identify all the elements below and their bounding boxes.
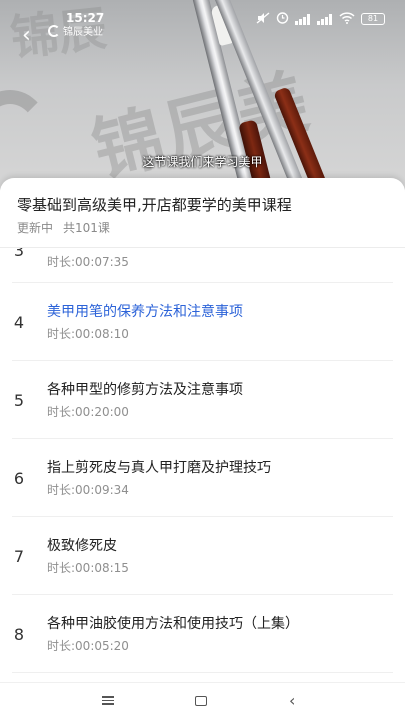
lesson-title: 极致修死皮: [47, 538, 117, 554]
lesson-duration: 时长:00:20:00: [47, 405, 129, 419]
lesson-duration: 时长:00:09:34: [47, 483, 129, 497]
lesson-duration: 时长:00:05:20: [47, 639, 129, 653]
lesson-duration: 时长:00:07:35: [47, 255, 129, 269]
lesson-duration: 时长:00:08:10: [47, 327, 129, 341]
hd-signal-icon: [295, 13, 311, 25]
list-item[interactable]: 3 时长:00:07:35: [0, 248, 405, 283]
list-item[interactable]: 6 指上剪死皮与真人甲打磨及护理技巧 时长:00:09:34: [0, 439, 405, 517]
lesson-number: 6: [13, 469, 25, 488]
lesson-number: 7: [13, 547, 25, 566]
lesson-number: 3: [13, 248, 25, 260]
lesson-duration: 时长:00:08:15: [47, 561, 129, 575]
menu-icon[interactable]: [102, 694, 118, 710]
lesson-number: 4: [13, 313, 25, 332]
course-title: 零基础到高级美甲,开店都要学的美甲课程: [17, 196, 292, 214]
status-bar: 15:27 81: [0, 0, 405, 34]
alarm-icon: [276, 11, 289, 27]
list-item[interactable]: 4 美甲用笔的保养方法和注意事项 时长:00:08:10: [0, 283, 405, 361]
video-subtitle: 这节课我们来学习美甲: [142, 155, 263, 169]
home-icon[interactable]: [195, 694, 211, 710]
status-time: 15:27: [66, 11, 105, 25]
mute-icon: [256, 11, 270, 27]
back-icon[interactable]: ‹: [289, 693, 305, 710]
course-meta: 更新中 共101课: [17, 219, 110, 236]
divider: [12, 672, 393, 673]
lesson-title: 美甲用笔的保养方法和注意事项: [47, 304, 243, 320]
battery-icon: 81: [361, 13, 385, 25]
course-status: 更新中: [17, 221, 54, 235]
course-sheet: 零基础到高级美甲,开店都要学的美甲课程 更新中 共101课 3 时长:00:07…: [0, 178, 405, 720]
back-arrow-icon[interactable]: ‹: [22, 25, 38, 47]
video-player[interactable]: 锦辰 锦辰美 锦辰美业 这节课我们来学习美甲 15:27 81 ‹: [0, 0, 405, 190]
lesson-title: 指上剪死皮与真人甲打磨及护理技巧: [47, 460, 271, 476]
list-item[interactable]: 5 各种甲型的修剪方法及注意事项 时长:00:20:00: [0, 361, 405, 439]
lesson-title: 各种甲油胶使用方法和使用技巧（上集）: [47, 616, 299, 632]
wifi-icon: [339, 11, 355, 27]
lesson-number: 5: [13, 391, 25, 410]
lesson-list[interactable]: 3 时长:00:07:35 4 美甲用笔的保养方法和注意事项 时长:00:08:…: [0, 248, 405, 682]
system-nav-bar: ‹: [0, 682, 405, 720]
hd-signal-icon: [317, 13, 333, 25]
list-item[interactable]: 7 极致修死皮 时长:00:08:15: [0, 517, 405, 595]
list-item[interactable]: 8 各种甲油胶使用方法和使用技巧（上集） 时长:00:05:20: [0, 595, 405, 673]
lesson-number: 8: [13, 625, 25, 644]
course-count: 共101课: [63, 221, 110, 235]
lesson-title: 各种甲型的修剪方法及注意事项: [47, 382, 243, 398]
